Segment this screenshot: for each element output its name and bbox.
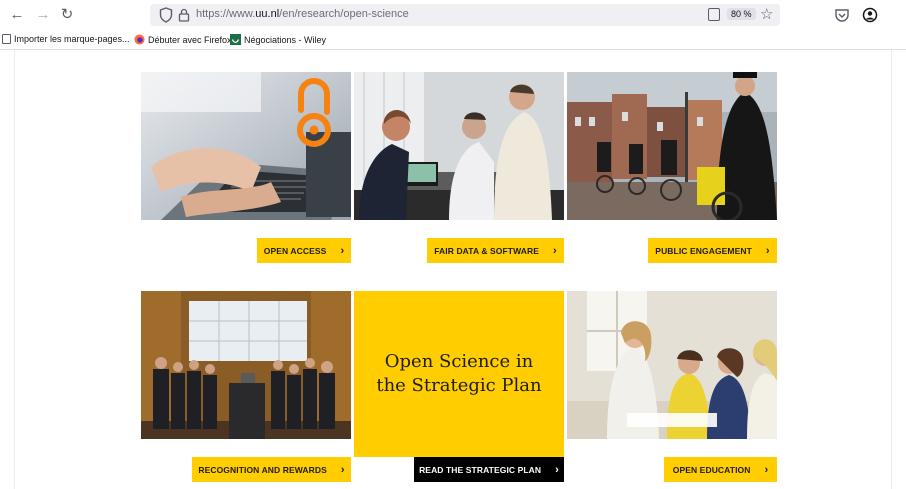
- open-education-image[interactable]: [567, 291, 777, 439]
- reader-view-icon[interactable]: [708, 8, 720, 21]
- forward-arrow-icon[interactable]: →: [34, 6, 52, 24]
- bookmark-label: Négociations - Wiley: [244, 34, 327, 45]
- strategic-plan-title: Open Science in the Strategic Plan: [376, 351, 542, 396]
- chevron-right-icon: ›: [340, 244, 345, 257]
- browser-toolbar: ← → ↻ https://www.uu.nl/en/research/open…: [0, 0, 906, 30]
- open-access-button[interactable]: OPEN ACCESS ›: [257, 238, 351, 263]
- lock-icon[interactable]: [178, 8, 190, 22]
- public-engagement-label: PUBLIC ENGAGEMENT: [655, 245, 752, 256]
- read-strategic-plan-button[interactable]: READ THE STRATEGIC PLAN ›: [414, 457, 564, 482]
- public-engagement-image[interactable]: [567, 72, 777, 220]
- bookmark-firefox[interactable]: Débuter avec Firefox: [134, 34, 232, 45]
- url-path: /en/research/open-science: [279, 8, 409, 20]
- fair-data-image[interactable]: [354, 72, 564, 220]
- zoom-level[interactable]: 80 %: [727, 8, 756, 20]
- read-strategic-plan-label: READ THE STRATEGIC PLAN: [419, 464, 542, 475]
- wiley-icon: [230, 34, 241, 45]
- fair-data-button[interactable]: FAIR DATA & SOFTWARE ›: [427, 238, 564, 263]
- back-arrow-icon[interactable]: ←: [8, 6, 26, 24]
- chevron-right-icon: ›: [555, 463, 559, 476]
- firefox-icon: [134, 34, 145, 45]
- public-engagement-button[interactable]: PUBLIC ENGAGEMENT ›: [648, 238, 777, 263]
- recognition-rewards-button[interactable]: RECOGNITION AND REWARDS ›: [192, 457, 351, 482]
- fair-data-label: FAIR DATA & SOFTWARE: [434, 245, 539, 256]
- chevron-right-icon: ›: [765, 244, 770, 257]
- bookmarks-toolbar: Importer les marque-pages... Débuter ave…: [0, 30, 906, 50]
- open-education-button[interactable]: OPEN EDUCATION ›: [664, 457, 777, 482]
- strategic-plan-panel[interactable]: Open Science in the Strategic Plan: [354, 291, 564, 457]
- bookmark-wiley[interactable]: Négociations - Wiley: [230, 34, 326, 45]
- open-access-label: OPEN ACCESS: [263, 245, 327, 256]
- address-bar[interactable]: https://www.uu.nl/en/research/open-scien…: [150, 4, 780, 26]
- url-prefix: https://www.: [196, 8, 256, 20]
- chevron-right-icon: ›: [553, 244, 557, 257]
- account-icon[interactable]: [862, 7, 878, 23]
- reload-icon[interactable]: ↻: [58, 6, 76, 24]
- url-text[interactable]: https://www.uu.nl/en/research/open-scien…: [196, 8, 409, 20]
- bookmark-label: Débuter avec Firefox: [148, 34, 232, 45]
- chevron-right-icon: ›: [340, 463, 345, 476]
- bookmark-label: Importer les marque-pages...: [14, 34, 130, 44]
- chevron-right-icon: ›: [764, 463, 769, 476]
- pocket-icon[interactable]: [834, 7, 850, 23]
- recognition-rewards-label: RECOGNITION AND REWARDS: [198, 464, 327, 475]
- tracking-shield-icon[interactable]: [159, 7, 173, 23]
- url-domain: uu.nl: [255, 8, 280, 20]
- open-education-label: OPEN EDUCATION: [672, 464, 751, 475]
- import-icon: [2, 34, 11, 44]
- bookmark-star-icon[interactable]: ☆: [760, 5, 773, 23]
- recognition-rewards-image[interactable]: [141, 291, 351, 439]
- bookmark-import[interactable]: Importer les marque-pages...: [2, 34, 130, 44]
- open-access-image[interactable]: [141, 72, 351, 220]
